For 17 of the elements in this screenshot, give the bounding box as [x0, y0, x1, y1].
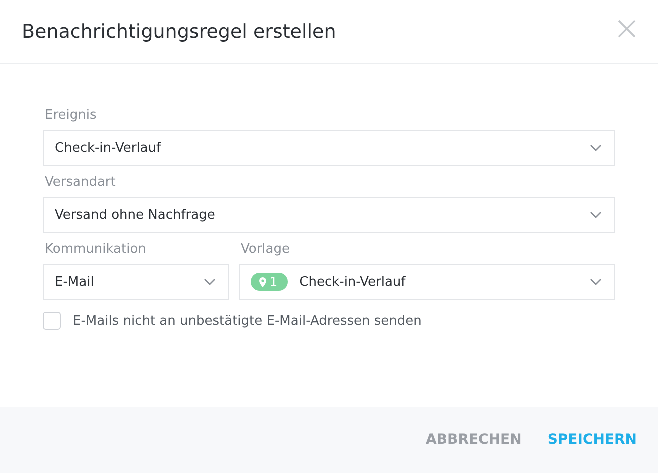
- location-badge: 1: [251, 273, 288, 291]
- select-field[interactable]: 1 Check-in-Verlauf: [239, 264, 615, 300]
- field-label: Vorlage: [241, 242, 290, 257]
- chevron-down-icon: [590, 278, 602, 286]
- chevron-down-icon: [204, 278, 216, 286]
- close-icon[interactable]: [618, 20, 636, 38]
- checkbox-label: E-Mails nicht an unbestätigte E-Mail-Adressen senden: [73, 314, 422, 328]
- chevron-down-icon: [590, 144, 602, 152]
- field-label: Versandart: [45, 175, 116, 190]
- checkbox[interactable]: [43, 312, 61, 330]
- field-label: Ereignis: [45, 108, 97, 123]
- field-label: Kommunikation: [45, 242, 146, 257]
- select-field[interactable]: Versand ohne Nachfrage: [43, 197, 615, 233]
- chevron-down-icon: [590, 211, 602, 219]
- dialog-title: Benachrichtigungsregel erstellen: [22, 20, 336, 42]
- select-field[interactable]: Check-in-Verlauf: [43, 130, 615, 166]
- select-field[interactable]: E-Mail: [43, 264, 229, 300]
